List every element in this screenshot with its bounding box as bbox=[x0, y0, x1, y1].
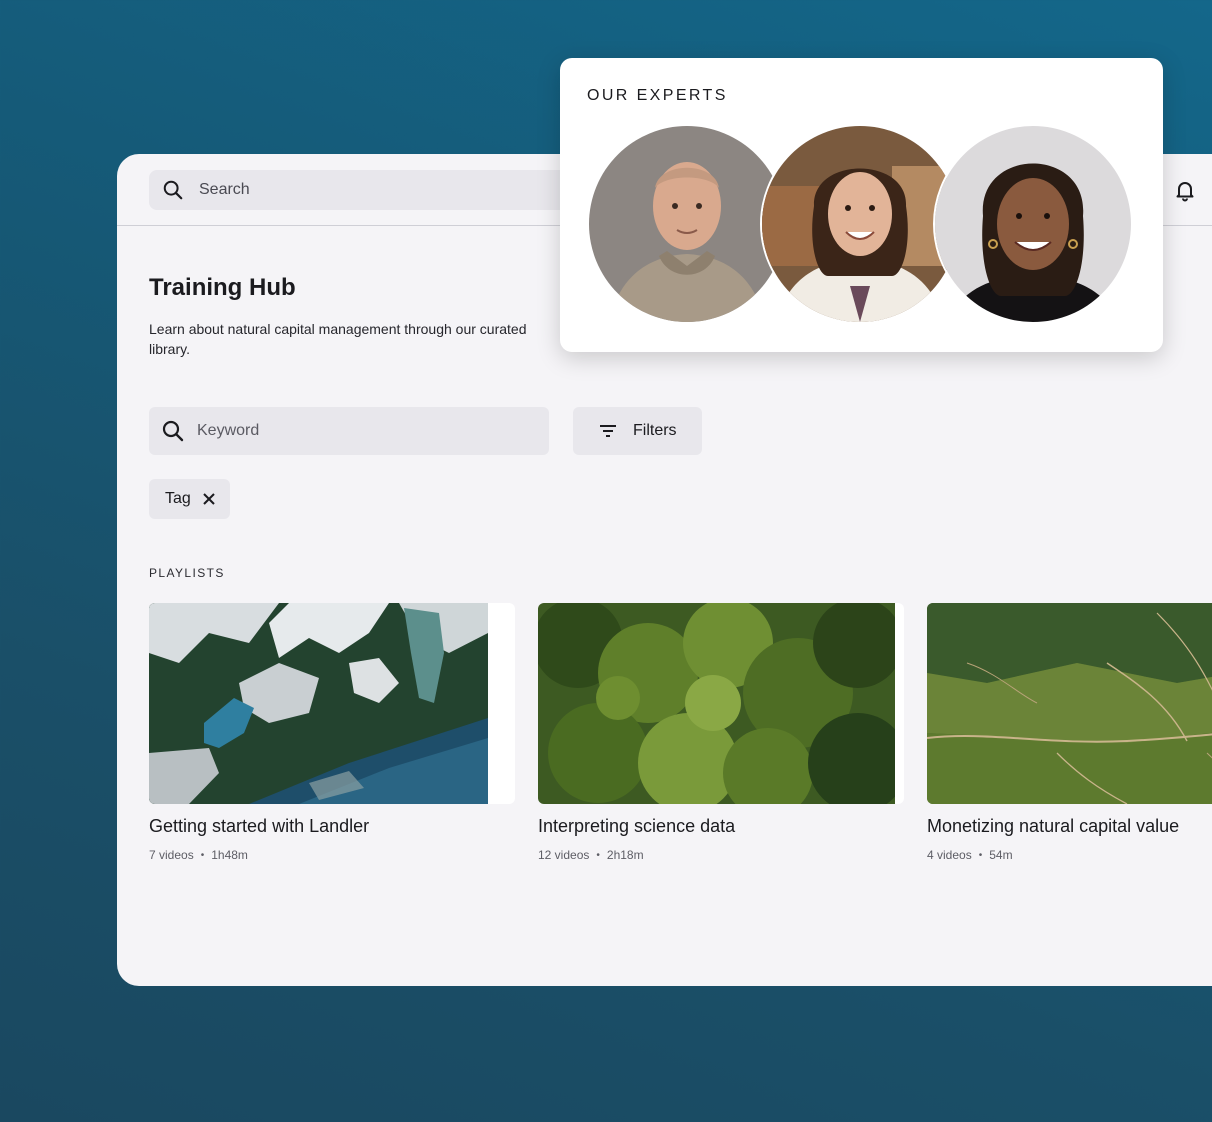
playlist-thumbnail[interactable] bbox=[927, 603, 1212, 804]
playlist-title[interactable]: Interpreting science data bbox=[538, 816, 904, 837]
playlist-thumbnail[interactable] bbox=[538, 603, 904, 804]
global-search-input[interactable]: Search bbox=[149, 170, 579, 210]
expert-photo bbox=[935, 126, 1131, 322]
playlist-title[interactable]: Getting started with Landler bbox=[149, 816, 515, 837]
experts-heading: OUR EXPERTS bbox=[587, 87, 728, 104]
expert-avatar[interactable] bbox=[760, 124, 960, 324]
separator-dot: • bbox=[596, 849, 600, 861]
expert-avatar[interactable] bbox=[933, 124, 1133, 324]
keyword-search-input[interactable]: Keyword bbox=[149, 407, 549, 455]
close-icon[interactable] bbox=[203, 493, 215, 505]
expert-photo bbox=[589, 126, 785, 322]
forest-canopy-image bbox=[538, 603, 895, 804]
duration: 54m bbox=[989, 848, 1013, 862]
video-count: 4 videos bbox=[927, 848, 972, 862]
duration: 1h48m bbox=[211, 848, 248, 862]
search-icon bbox=[161, 419, 185, 443]
separator-dot: • bbox=[978, 849, 983, 861]
keyword-placeholder: Keyword bbox=[197, 422, 260, 439]
duration: 2h18m bbox=[606, 848, 644, 862]
search-icon bbox=[162, 179, 184, 201]
playlist-meta: 12 videos • 2h18m bbox=[538, 848, 904, 862]
playlist-meta: 7 videos • 1h48m bbox=[149, 848, 515, 862]
playlist-thumbnail[interactable] bbox=[149, 603, 515, 804]
global-search-placeholder: Search bbox=[199, 181, 250, 198]
page-subtitle: Learn about natural capital management t… bbox=[149, 321, 527, 357]
filters-button[interactable]: Filters bbox=[573, 407, 702, 455]
playlist-meta: 4 videos • 54m bbox=[927, 848, 1212, 862]
hills-aerial-image bbox=[927, 603, 1212, 804]
expert-photo bbox=[762, 126, 958, 322]
filter-icon bbox=[599, 422, 617, 440]
playlists-heading: PLAYLISTS bbox=[149, 566, 225, 580]
playlist-card[interactable]: Interpreting science data 12 videos • 2h… bbox=[538, 603, 904, 862]
page-title: Training Hub bbox=[149, 274, 296, 301]
playlist-card[interactable]: Getting started with Landler 7 videos • … bbox=[149, 603, 515, 862]
separator-dot: • bbox=[200, 849, 205, 861]
tag-chip[interactable]: Tag bbox=[149, 479, 230, 519]
bell-icon[interactable] bbox=[1173, 178, 1197, 202]
filters-label: Filters bbox=[633, 422, 677, 439]
glacier-satellite-image bbox=[149, 603, 488, 804]
tag-label: Tag bbox=[165, 490, 191, 507]
playlist-card[interactable]: Monetizing natural capital value 4 video… bbox=[927, 603, 1212, 862]
experts-card: OUR EXPERTS bbox=[560, 58, 1163, 352]
expert-avatar[interactable] bbox=[587, 124, 787, 324]
video-count: 7 videos bbox=[149, 848, 194, 862]
playlist-title[interactable]: Monetizing natural capital value bbox=[927, 816, 1212, 837]
video-count: 12 videos bbox=[538, 848, 590, 862]
